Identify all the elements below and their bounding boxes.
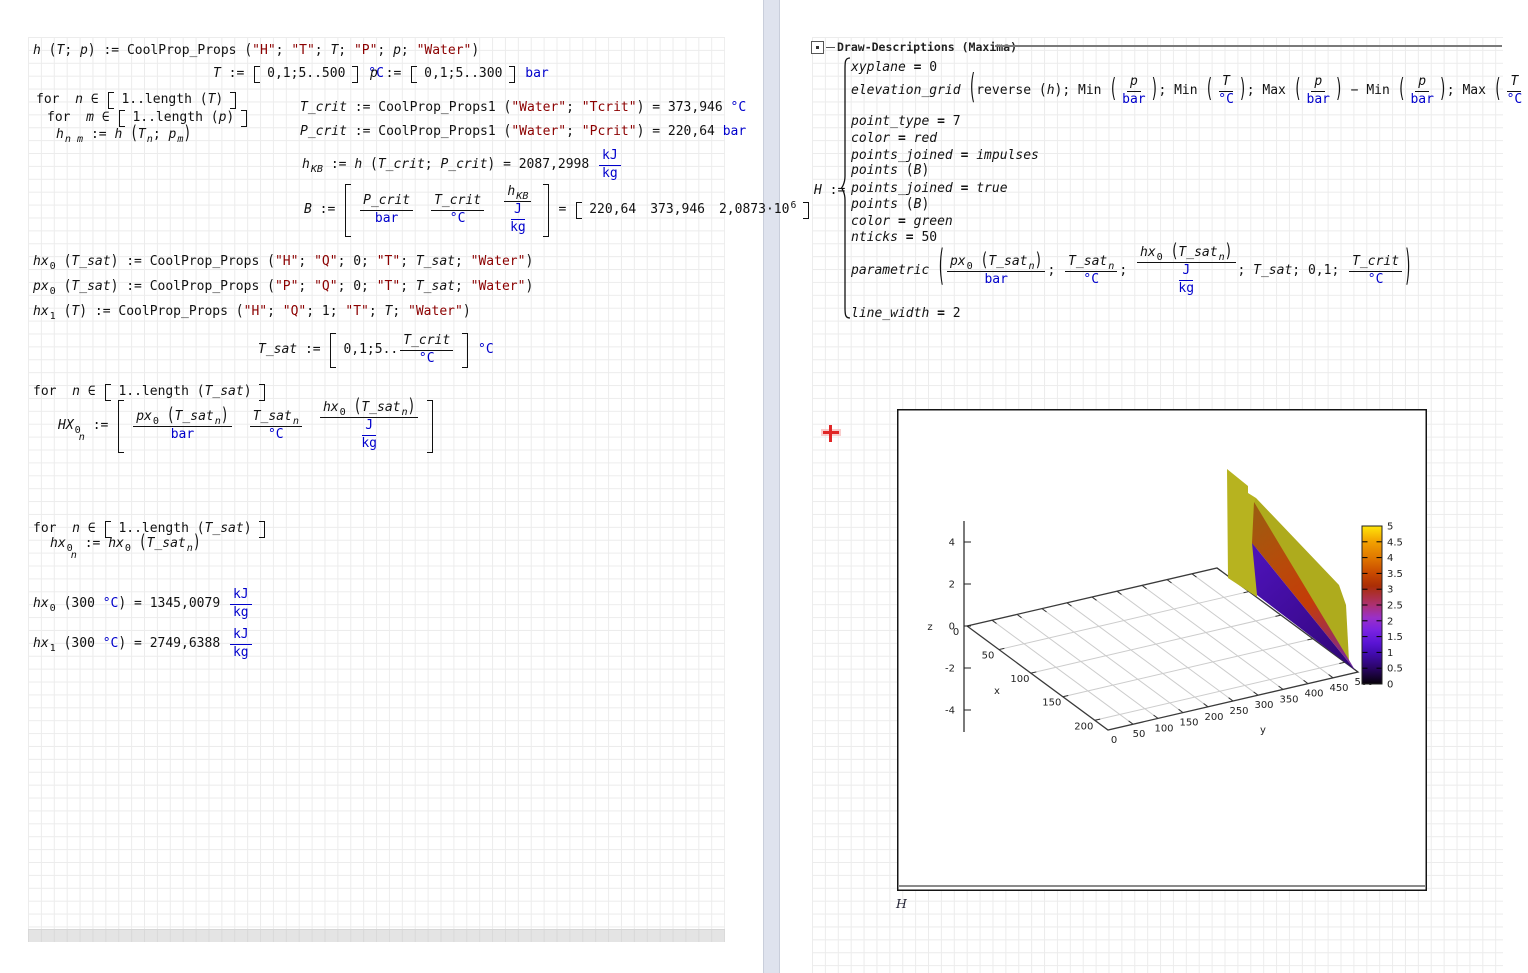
svg-text:-2: -2 — [945, 664, 955, 675]
svg-text:400: 400 — [1304, 689, 1323, 700]
svg-text:y: y — [1260, 725, 1266, 736]
svg-text:4.5: 4.5 — [1387, 537, 1403, 548]
draw-line-elevation-grid[interactable]: elevation_grid (reverse (h); Min (pbar);… — [851, 75, 1528, 108]
svg-text:3: 3 — [1387, 585, 1393, 596]
draw-line-xyplane[interactable]: xyplane = 0 — [851, 61, 937, 76]
svg-text:100: 100 — [1154, 723, 1173, 734]
svg-text:0: 0 — [1387, 680, 1393, 691]
svg-text:2.5: 2.5 — [1387, 601, 1403, 612]
draw-line-parametric[interactable]: parametric (px0 (T_satn)bar; T_satn°C; h… — [851, 246, 1412, 297]
formula-B-matrix[interactable]: B := P_critbarT_crit°ChKBJkg = 220,64373… — [304, 184, 811, 237]
draw-line-points-B-1[interactable]: points (B) — [851, 164, 929, 179]
formula-px0-definition[interactable]: px0 (T_sat) := CoolProp_Props ("P"; "Q";… — [33, 280, 533, 295]
formula-for-m-p[interactable]: for m ∈ 1..length (p) — [47, 110, 249, 127]
worksheet-left-bottom-strip — [28, 929, 725, 942]
formula-P-crit[interactable]: P_crit := CoolProp_Props1 ("Water"; "Pcr… — [300, 125, 746, 140]
formula-p-range[interactable]: p := 0,1;5..300 bar — [370, 66, 549, 83]
formula-T-crit[interactable]: T_crit := CoolProp_Props1 ("Water"; "Tcr… — [300, 101, 746, 116]
region-title: Draw-Descriptions (Maxima) — [837, 40, 1017, 54]
svg-text:5: 5 — [1387, 522, 1393, 533]
svg-text:0.5: 0.5 — [1387, 664, 1403, 675]
svg-text:4: 4 — [1387, 553, 1393, 564]
svg-text:200: 200 — [1074, 721, 1093, 732]
formula-h-nm-assign[interactable]: hn m := h (Tn; pm) — [56, 128, 191, 143]
svg-text:100: 100 — [1010, 674, 1029, 685]
svg-text:350: 350 — [1279, 694, 1298, 705]
plot-variable-label: H — [896, 896, 907, 911]
draw-line-color-green[interactable]: color = green — [851, 215, 953, 230]
svg-text:0: 0 — [1111, 735, 1117, 746]
svg-text:2: 2 — [949, 580, 955, 591]
svg-text:3.5: 3.5 — [1387, 569, 1403, 580]
draw-line-line-width[interactable]: line_width = 2 — [851, 307, 961, 322]
svg-text:2: 2 — [1387, 616, 1393, 627]
draw-line-points-B-2[interactable]: points (B) — [851, 198, 929, 213]
draw-line-points-joined-impulses[interactable]: points_joined = impulses — [851, 149, 1039, 164]
plot-3d-region[interactable]: 4 2 0 -2 -4 z 0 50 100 150 200 x 0 50 100 150 200 250 300 3… — [897, 409, 1427, 891]
formula-HX0-matrix[interactable]: HX0n := px0 (T_satn)barT_satn°Chx0 (T_sa… — [58, 400, 435, 453]
formula-T-sat-range[interactable]: T_sat := 0,1;5..T_crit°C °C — [258, 333, 494, 368]
formula-hx1-definition[interactable]: hx1 (T) := CoolProp_Props ("H"; "Q"; 1; … — [33, 305, 471, 320]
draw-line-point-type[interactable]: point_type = 7 — [851, 115, 961, 130]
svg-text:4: 4 — [949, 538, 955, 549]
svg-text:1: 1 — [1387, 648, 1393, 659]
svg-text:450: 450 — [1329, 683, 1348, 694]
svg-text:300: 300 — [1254, 700, 1273, 711]
svg-text:1.5: 1.5 — [1387, 632, 1403, 643]
draw-line-points-joined-true[interactable]: points_joined = true — [851, 182, 1008, 197]
svg-text:50: 50 — [982, 651, 995, 662]
page-separator — [763, 0, 780, 973]
svg-text:x: x — [994, 686, 1000, 697]
svg-text:200: 200 — [1204, 712, 1223, 723]
formula-for-n-T[interactable]: for n ∈ 1..length (T) — [36, 92, 238, 109]
formula-h-KB[interactable]: hKB := h (T_crit; P_crit) = 2087,2998 kJ… — [302, 149, 623, 182]
formula-h-definition[interactable]: h (T; p) := CoolProp_Props ("H"; "T"; T;… — [33, 44, 479, 59]
collapse-region-icon[interactable] — [811, 41, 824, 54]
formula-hx0-n-assign[interactable]: hx0n := hx0 (T_satn) — [50, 537, 201, 552]
svg-text:z: z — [927, 622, 932, 633]
surface-plot[interactable]: 4 2 0 -2 -4 z 0 50 100 150 200 x 0 50 100 150 200 250 300 3… — [897, 409, 1427, 891]
header-dash — [826, 47, 835, 48]
formula-hx0-300C-result[interactable]: hx0 (300 °C) = 1345,0079 kJkg — [33, 588, 254, 621]
smath-canvas: h (T; p) := CoolProp_Props ("H"; "T"; T;… — [0, 0, 1528, 973]
formula-hx0-definition[interactable]: hx0 (T_sat) := CoolProp_Props ("H"; "Q";… — [33, 255, 533, 270]
system-brace — [841, 57, 851, 323]
svg-text:150: 150 — [1042, 698, 1061, 709]
insertion-cursor[interactable] — [819, 425, 843, 442]
svg-text:0: 0 — [953, 627, 959, 638]
svg-text:-4: -4 — [945, 706, 955, 717]
formula-T-range[interactable]: T := 0,1;5..500 °C — [213, 66, 384, 83]
formula-for-n-Tsat-1[interactable]: for n ∈ 1..length (T_sat) — [33, 384, 267, 401]
header-rule — [995, 45, 1502, 47]
draw-line-color-red[interactable]: color = red — [851, 132, 937, 147]
region-header: Draw-Descriptions (Maxima) — [811, 40, 1017, 54]
formula-hx1-300C-result[interactable]: hx1 (300 °C) = 2749,6388 kJkg — [33, 628, 254, 661]
svg-text:150: 150 — [1179, 718, 1198, 729]
svg-text:50: 50 — [1133, 729, 1146, 740]
svg-text:250: 250 — [1229, 706, 1248, 717]
draw-line-nticks[interactable]: nticks = 50 — [851, 231, 937, 246]
